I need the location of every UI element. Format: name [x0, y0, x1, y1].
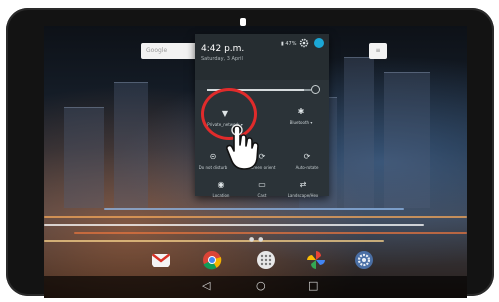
location-icon: ◉ — [217, 180, 225, 189]
google-search-bar[interactable]: Google — [141, 43, 203, 59]
tablet-frame: Google ≡ 4:42 p.m. Saturday, 3 April ▮ 4… — [6, 8, 494, 298]
background-building — [344, 57, 374, 208]
bluetooth-tile-label: Bluetooth ▾ — [289, 120, 313, 125]
cast-icon: ▭ — [258, 180, 266, 189]
clock-time: 4:42 p.m. — [201, 44, 245, 54]
light-streak — [74, 232, 467, 234]
recent-apps-button[interactable]: □ — [308, 279, 318, 292]
hotspot-tile-label: Landscape/Hex — [287, 193, 319, 198]
back-button[interactable]: ◁ — [202, 279, 210, 292]
gmail-icon[interactable] — [151, 250, 171, 270]
cast-tile-label: Cast — [257, 193, 267, 198]
brightness-thumb[interactable] — [311, 85, 320, 94]
auto-rotate-icon: ⟳ — [303, 152, 311, 161]
chrome-icon[interactable] — [202, 250, 222, 270]
clock-date: Saturday, 3 April — [201, 56, 243, 62]
home-widget[interactable]: ≡ — [369, 43, 387, 59]
photos-icon[interactable] — [306, 250, 326, 270]
navigation-bar: ◁ ○ □ — [44, 276, 467, 298]
light-streak — [44, 216, 467, 218]
gear-icon[interactable] — [299, 38, 309, 48]
hotspot-icon: ⇄ — [299, 180, 307, 189]
tap-hand-icon — [226, 124, 259, 170]
home-button[interactable]: ○ — [256, 279, 266, 292]
battery-indicator: ▮ 47% — [281, 41, 297, 47]
page-indicator: ● ● — [249, 236, 265, 243]
front-camera — [240, 18, 246, 26]
app-drawer-icon[interactable] — [256, 250, 276, 270]
settings-app-icon[interactable] — [354, 250, 374, 270]
bluetooth-icon: ✱ — [297, 107, 305, 116]
background-building — [384, 72, 430, 208]
hotspot-tile[interactable]: ⇄ Landscape/Hex — [281, 180, 325, 198]
cast-tile[interactable]: ▭ Cast — [240, 180, 284, 198]
light-streak — [104, 208, 404, 210]
quick-settings-header: 4:42 p.m. Saturday, 3 April ▮ 47% — [195, 34, 329, 80]
bluetooth-tile[interactable]: ✱ Bluetooth ▾ — [279, 107, 323, 125]
user-avatar-icon[interactable] — [314, 38, 324, 48]
light-streak — [44, 224, 424, 226]
background-building — [64, 107, 104, 208]
location-tile-label: Location — [212, 193, 230, 198]
android-screen: Google ≡ 4:42 p.m. Saturday, 3 April ▮ 4… — [44, 26, 467, 298]
background-building — [114, 82, 148, 208]
auto-rotate-label: Auto-rotate — [295, 165, 319, 170]
auto-rotate-tile[interactable]: ⟳ Auto-rotate — [285, 152, 329, 170]
light-streak — [44, 240, 384, 242]
location-tile[interactable]: ◉ Location — [199, 180, 243, 198]
